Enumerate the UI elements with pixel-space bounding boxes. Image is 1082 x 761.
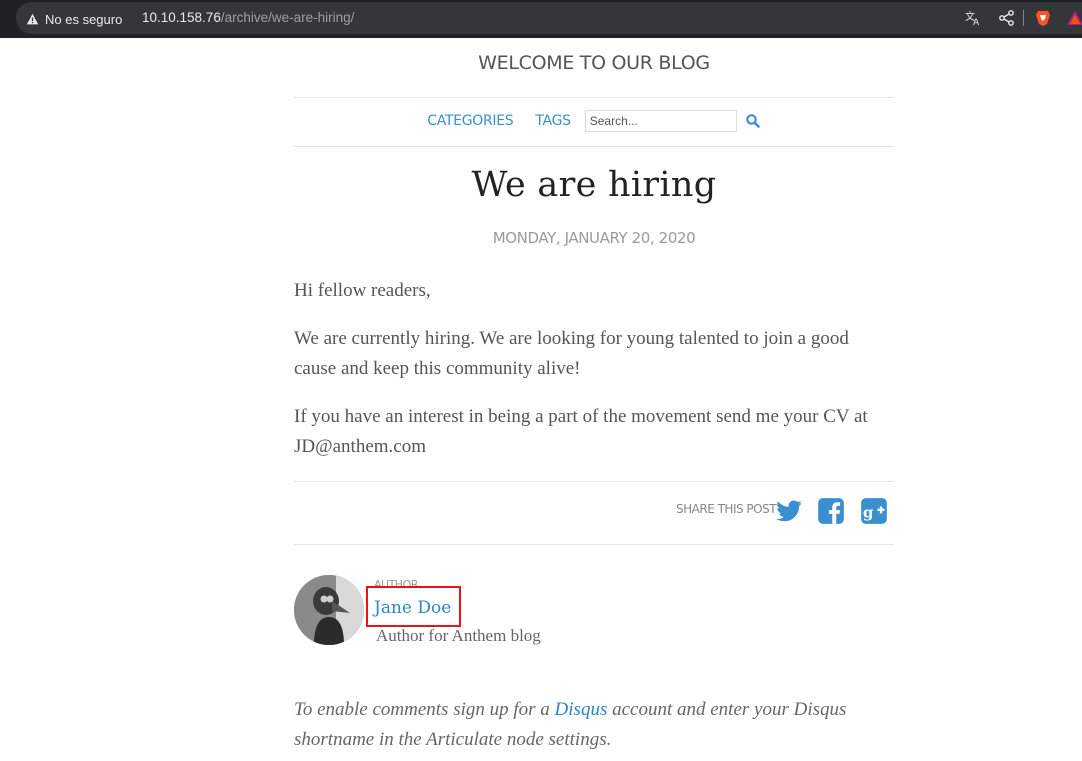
- url-text[interactable]: 10.10.158.76/archive/we-are-hiring/: [142, 10, 354, 25]
- post-title: We are hiring: [471, 165, 717, 205]
- browser-toolbar: No es seguro 10.10.158.76/archive/we-are…: [0, 0, 1082, 38]
- svg-text:g: g: [863, 503, 874, 521]
- toolbar-divider: [1023, 10, 1024, 26]
- post-paragraph: We are currently hiring. We are looking …: [294, 328, 849, 379]
- post-date: MONDAY, JANUARY 20, 2020: [492, 229, 696, 247]
- search-input[interactable]: [584, 110, 737, 132]
- site-title[interactable]: WELCOME TO OUR BLOG: [294, 52, 894, 74]
- brave-shield-icon[interactable]: [1034, 9, 1052, 27]
- nav-categories-link[interactable]: CATEGORIES: [427, 113, 513, 129]
- security-indicator[interactable]: No es seguro: [26, 10, 122, 28]
- url-host: 10.10.158.76: [142, 10, 221, 25]
- security-label: No es seguro: [45, 11, 123, 27]
- author-avatar: [294, 575, 364, 645]
- svg-text:A: A: [973, 18, 980, 27]
- main-nav: CATEGORIES TAGS: [294, 110, 894, 132]
- facebook-icon[interactable]: [817, 497, 845, 525]
- share-icon[interactable]: [998, 9, 1016, 27]
- comments-text-before: To enable comments sign up for a: [294, 699, 555, 720]
- share-bottom-divider: [294, 544, 894, 545]
- post-paragraph: Hi fellow readers,: [294, 280, 431, 301]
- twitter-icon[interactable]: [775, 497, 803, 525]
- brave-rewards-icon[interactable]: [1066, 9, 1082, 27]
- plague-doctor-image: [294, 575, 364, 645]
- header-divider: [294, 97, 894, 98]
- comments-notice: To enable comments sign up for a Disqus …: [294, 695, 894, 755]
- url-path: /archive/we-are-hiring/: [220, 10, 355, 25]
- disqus-link[interactable]: Disqus: [555, 699, 608, 720]
- nav-divider: [294, 146, 894, 147]
- annotation-highlight-box: [366, 586, 461, 627]
- post-paragraph: If you have an interest in being a part …: [294, 406, 868, 457]
- warning-icon: [26, 13, 39, 24]
- author-description: Author for Anthem blog: [376, 626, 541, 645]
- search-icon[interactable]: [745, 113, 761, 129]
- translate-icon[interactable]: 文 A: [964, 9, 982, 27]
- nav-tags-link[interactable]: TAGS: [535, 113, 571, 129]
- google-plus-icon[interactable]: g: [860, 497, 888, 525]
- share-label: SHARE THIS POST: [676, 502, 777, 516]
- share-top-divider: [294, 481, 894, 482]
